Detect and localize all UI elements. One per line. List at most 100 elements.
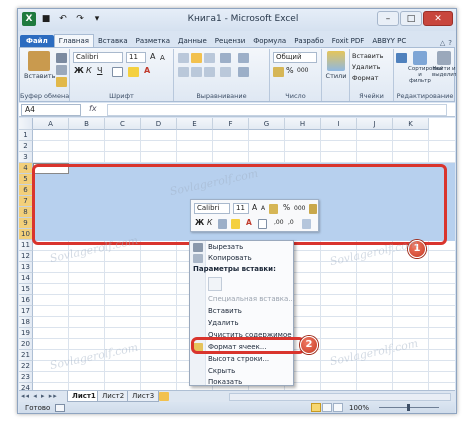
column-header[interactable]: G [249,118,285,130]
row-header[interactable]: 20 [19,339,33,350]
column-header[interactable]: D [141,118,177,130]
mini-font-name-field[interactable]: Calibri [194,203,230,214]
tab-developer[interactable]: Разрабо [290,35,328,47]
mini-bold-icon[interactable]: Ж [195,218,204,228]
column-header[interactable]: A [33,118,69,130]
maximize-icon[interactable]: □ [400,11,422,26]
menu-item-copy[interactable]: Копировать [208,254,252,262]
cells-delete-button[interactable]: Удалить [352,62,380,72]
minimize-icon[interactable]: – [377,11,399,26]
mini-font-size-field[interactable]: 11 [233,203,249,214]
row-header[interactable]: 23 [19,372,33,383]
align-middle-icon[interactable] [191,53,202,63]
mini-decrease-decimal-icon[interactable]: ,0 [288,218,294,228]
tab-formulas[interactable]: Формула [249,35,290,47]
indent-icon[interactable] [220,67,231,77]
help-icon[interactable]: ? [448,39,452,47]
column-header[interactable]: K [393,118,429,130]
mini-italic-icon[interactable]: К [207,218,212,228]
align-left-icon[interactable] [178,67,189,77]
align-center-icon[interactable] [191,67,202,77]
zoom-level[interactable]: 100% [349,402,369,413]
name-box[interactable]: A4 [21,104,81,116]
zoom-slider-thumb[interactable] [407,404,410,411]
tab-data[interactable]: Данные [174,35,211,47]
borders-icon[interactable] [112,67,123,77]
insert-sheet-icon[interactable] [159,392,169,401]
cells-insert-button[interactable]: Вставить [352,51,383,61]
mini-grow-font-icon[interactable]: A [252,203,257,213]
tab-home[interactable]: Главная [53,34,94,47]
grow-font-icon[interactable]: A [150,52,155,62]
align-bottom-icon[interactable] [204,53,215,63]
page-layout-view-icon[interactable] [322,403,332,412]
row-header[interactable]: 21 [19,350,33,361]
paste-option-icon[interactable] [208,277,222,291]
column-header[interactable]: C [105,118,141,130]
insert-function-icon[interactable]: fx [89,104,97,113]
customize-qat-icon[interactable]: ▾ [90,12,104,26]
currency-icon[interactable] [273,67,284,77]
mini-font-color-icon[interactable]: A [246,218,252,228]
row-header[interactable]: 4 [19,163,33,174]
cells-format-button[interactable]: Формат [352,73,378,83]
row-header[interactable]: 1 [19,130,33,141]
mini-borders-icon[interactable] [258,219,267,229]
italic-icon[interactable]: К [86,66,92,76]
minimize-ribbon-icon[interactable]: △ [440,39,445,47]
row-header[interactable]: 8 [19,207,33,218]
excel-logo-icon[interactable]: X [22,12,36,26]
row-header[interactable]: 11 [19,240,33,251]
save-icon[interactable]: ■ [39,12,53,26]
bold-icon[interactable]: Ж [74,66,84,76]
row-header[interactable]: 14 [19,273,33,284]
column-header[interactable]: F [213,118,249,130]
cut-icon[interactable] [56,53,67,63]
underline-icon[interactable]: Ч [97,66,102,76]
horizontal-scrollbar[interactable] [229,393,451,401]
row-header[interactable]: 6 [19,185,33,196]
mini-percent-icon[interactable]: % [283,203,290,213]
merge-cells-icon[interactable] [238,67,249,77]
menu-item-insert[interactable]: Вставить [208,307,242,315]
row-header[interactable]: 17 [19,306,33,317]
sheet-nav-arrows-icon[interactable]: ◂◂ ◂ ▸ ▸▸ [21,392,58,400]
mini-format-painter-icon[interactable] [309,204,317,214]
row-header[interactable]: 2 [19,141,33,152]
mini-eraser-icon[interactable] [302,219,311,229]
menu-item-row-height[interactable]: Высота строки... [208,355,269,363]
mini-currency-icon[interactable] [269,204,278,214]
number-format-field[interactable]: Общий [273,52,317,63]
row-header[interactable]: 19 [19,328,33,339]
row-header[interactable]: 15 [19,284,33,295]
select-all-corner[interactable] [19,118,33,130]
autosum-icon[interactable] [396,53,407,63]
tab-abbyy[interactable]: ABBYY PC [368,35,410,47]
menu-item-show[interactable]: Показать [208,378,242,386]
formula-input[interactable] [107,104,447,116]
mini-increase-decimal-icon[interactable]: ,00 [274,218,284,228]
tab-insert[interactable]: Вставка [94,35,132,47]
orientation-icon[interactable] [220,53,231,63]
sheet-tab-1[interactable]: Лист1 [67,391,101,402]
column-header[interactable]: H [285,118,321,130]
shrink-font-icon[interactable]: A [160,53,165,63]
row-header[interactable]: 7 [19,196,33,207]
align-top-icon[interactable] [178,53,189,63]
fill-color-icon[interactable] [128,67,139,77]
tab-foxit-pdf[interactable]: Foxit PDF [328,35,369,47]
row-header[interactable]: 13 [19,262,33,273]
sheet-tab-3[interactable]: Лист3 [127,391,160,402]
row-header[interactable]: 10 [19,229,33,240]
close-icon[interactable]: ✕ [423,11,453,26]
row-header[interactable]: 18 [19,317,33,328]
percent-icon[interactable]: % [286,66,294,76]
find-select-button[interactable]: Найти и выделить [432,51,456,78]
column-header[interactable]: J [357,118,393,130]
mini-comma-style-icon[interactable]: 000 [294,204,305,214]
row-header[interactable]: 16 [19,295,33,306]
wrap-text-icon[interactable] [238,53,249,63]
macro-record-icon[interactable] [55,404,65,412]
column-header[interactable]: I [321,118,357,130]
mini-fill-color-icon[interactable] [231,219,240,229]
